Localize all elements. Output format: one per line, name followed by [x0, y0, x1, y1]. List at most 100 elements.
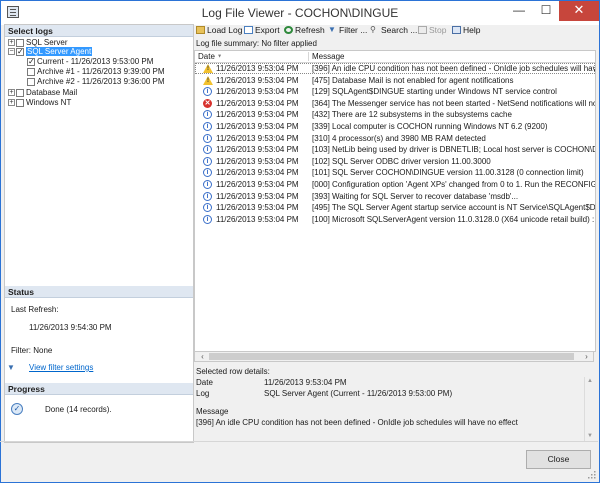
- row-date: 11/26/2013 9:53:04 PM: [216, 156, 299, 166]
- checkbox[interactable]: [27, 67, 35, 76]
- last-refresh-value: 11/26/2013 9:54:30 PM: [29, 323, 112, 332]
- progress-header: Progress: [5, 383, 193, 395]
- tree-item-current-log[interactable]: ✓ Current - 11/26/2013 9:53:00 PM: [27, 57, 153, 67]
- tree-item-windows-nt[interactable]: + Windows NT: [8, 98, 71, 108]
- scroll-thumb[interactable]: [209, 353, 574, 360]
- tree-item-archive-2[interactable]: Archive #2 - 11/26/2013 9:36:00 PM: [27, 77, 165, 87]
- scroll-left-icon[interactable]: ‹: [197, 352, 208, 361]
- load-log-button[interactable]: Load Log: [196, 25, 242, 35]
- row-message: [129] SQLAgent$DINGUE starting under Win…: [312, 87, 557, 97]
- row-message: [100] Microsoft SQLServerAgent version 1…: [312, 214, 596, 224]
- details-log-label: Log: [196, 389, 210, 398]
- export-button[interactable]: Export: [244, 25, 280, 35]
- status-header: Status: [5, 286, 193, 298]
- tree-item-label: Archive #2 - 11/26/2013 9:36:00 PM: [37, 77, 165, 86]
- tree-item-label: SQL Server: [26, 38, 68, 47]
- close-window-button[interactable]: ✕: [559, 1, 599, 21]
- column-separator[interactable]: [308, 52, 309, 61]
- row-message: [475] Database Mail is not enabled for a…: [312, 75, 514, 85]
- info-icon: i: [203, 156, 212, 166]
- checkbox-checked[interactable]: ✓: [27, 57, 35, 66]
- checkbox[interactable]: [16, 38, 24, 47]
- maximize-button[interactable]: ☐: [533, 1, 559, 21]
- table-row[interactable]: i 11/26/2013 9:53:04 PM [432] There are 12…: [195, 109, 595, 120]
- details-date-value: 11/26/2013 9:53:04 PM: [264, 378, 347, 387]
- table-row[interactable]: ! 11/26/2013 9:53:04 PM [396] An idle CPU …: [195, 63, 595, 74]
- help-button[interactable]: Help: [452, 25, 480, 35]
- row-message: [432] There are 12 subsystems in the sub…: [312, 110, 512, 120]
- minimize-button[interactable]: —: [506, 1, 532, 21]
- table-row[interactable]: i 11/26/2013 9:53:04 PM [393] Waiting for …: [195, 191, 595, 202]
- tree-item-label: Archive #1 - 11/26/2013 9:39:00 PM: [37, 67, 165, 76]
- checkbox[interactable]: [27, 77, 35, 86]
- tree-item-archive-1[interactable]: Archive #1 - 11/26/2013 9:39:00 PM: [27, 67, 165, 77]
- table-row[interactable]: ! 11/26/2013 9:53:04 PM [475] Database Mai…: [195, 75, 595, 86]
- row-date: 11/26/2013 9:53:04 PM: [216, 191, 299, 201]
- scroll-right-icon[interactable]: ›: [581, 352, 592, 361]
- table-row[interactable]: i 11/26/2013 9:53:04 PM [339] Local comput…: [195, 121, 595, 132]
- column-header-message[interactable]: Message: [312, 51, 344, 62]
- expand-icon[interactable]: +: [8, 89, 15, 97]
- filter-button[interactable]: ▼ Filter ...: [328, 25, 367, 35]
- table-row[interactable]: i 11/26/2013 9:53:04 PM [129] SQLAgent$DIN…: [195, 86, 595, 97]
- stop-button[interactable]: Stop: [418, 25, 447, 35]
- info-icon: i: [203, 122, 212, 131]
- refresh-button[interactable]: Refresh: [284, 25, 325, 35]
- details-log-value: SQL Server Agent (Current - 11/26/2013 9…: [264, 389, 453, 398]
- left-panel: Select logs + SQL Server − ✓ SQL Server Age…: [4, 24, 194, 443]
- view-filter-settings-link[interactable]: View filter settings: [29, 363, 93, 372]
- close-button[interactable]: Close: [526, 450, 591, 469]
- resize-grip-icon[interactable]: [588, 471, 596, 479]
- info-icon: i: [203, 133, 212, 143]
- details-message-label: Message: [196, 407, 229, 416]
- footer-divider: [0, 441, 598, 442]
- checkbox[interactable]: [16, 88, 24, 97]
- info-icon: i: [203, 180, 212, 189]
- filter-status: Filter: None: [11, 346, 53, 355]
- row-date: 11/26/2013 9:53:04 PM: [216, 110, 299, 120]
- scroll-down-icon[interactable]: ▼: [585, 433, 595, 439]
- grid-header: Date ▼ Message: [195, 51, 595, 63]
- row-message: [393] Waiting for SQL Server to recover …: [312, 191, 519, 201]
- row-message: [000] Configuration option 'Agent XPs' c…: [312, 180, 596, 189]
- table-row[interactable]: i 11/26/2013 9:53:04 PM [101] SQL Server C…: [195, 167, 595, 178]
- row-message: [101] SQL Server COCHON\DINGUE version 1…: [312, 168, 584, 178]
- search-icon: ⚲: [370, 24, 376, 34]
- details-scrollbar[interactable]: ▲ ▼: [584, 377, 595, 441]
- tree-item-sql-server-agent[interactable]: − ✓ SQL Server Agent: [8, 47, 93, 57]
- tree-item-label: Current - 11/26/2013 9:53:00 PM: [37, 57, 154, 66]
- table-row[interactable]: i 11/26/2013 9:53:04 PM [310] 4 processor(…: [195, 133, 595, 144]
- table-row[interactable]: i 11/26/2013 9:53:04 PM [100] Microsoft SQ…: [195, 214, 595, 225]
- table-row[interactable]: i 11/26/2013 9:53:04 PM [000] Configuratio…: [195, 179, 595, 190]
- collapse-icon[interactable]: −: [8, 48, 15, 56]
- row-date: 11/26/2013 9:53:04 PM: [216, 87, 299, 97]
- title-bar[interactable]: Log File Viewer - COCHON\DINGUE — ☐ ✕: [1, 1, 599, 25]
- log-grid[interactable]: Date ▼ Message ! 11/26/2013 9:53:04 PM [39…: [194, 50, 596, 352]
- row-message: [102] SQL Server ODBC driver version 11.…: [312, 156, 491, 166]
- checkbox[interactable]: [16, 98, 24, 107]
- table-row[interactable]: i 11/26/2013 9:53:04 PM [495] The SQL Serv…: [195, 202, 595, 213]
- filter-icon: ▼: [7, 363, 15, 372]
- filter-funnel-icon: ▼: [328, 24, 336, 34]
- column-header-date[interactable]: Date ▼: [198, 51, 222, 62]
- table-row[interactable]: i 11/26/2013 9:53:04 PM [102] SQL Server O…: [195, 156, 595, 167]
- help-icon: [452, 25, 461, 34]
- info-icon: i: [203, 168, 212, 178]
- checkbox-checked[interactable]: ✓: [16, 47, 24, 56]
- info-icon: i: [203, 214, 212, 224]
- info-icon: i: [203, 191, 212, 201]
- expand-icon[interactable]: +: [8, 99, 15, 107]
- warning-icon: !: [203, 75, 213, 85]
- table-row[interactable]: ✕ 11/26/2013 9:53:04 PM [364] The Messenge…: [195, 98, 595, 109]
- table-row[interactable]: i 11/26/2013 9:53:04 PM [103] NetLib being…: [195, 144, 595, 155]
- row-date: 11/26/2013 9:53:04 PM: [216, 214, 299, 224]
- tree-item-database-mail[interactable]: + Database Mail: [8, 88, 77, 98]
- expand-icon[interactable]: +: [8, 39, 15, 47]
- search-button[interactable]: ⚲ Search ...: [370, 25, 417, 35]
- export-icon: [244, 25, 253, 34]
- info-icon: i: [203, 87, 212, 97]
- row-date: 11/26/2013 9:53:04 PM: [216, 122, 299, 131]
- scroll-up-icon[interactable]: ▲: [585, 378, 595, 384]
- horizontal-scrollbar[interactable]: ‹ ›: [194, 351, 594, 362]
- folder-icon: [196, 25, 205, 34]
